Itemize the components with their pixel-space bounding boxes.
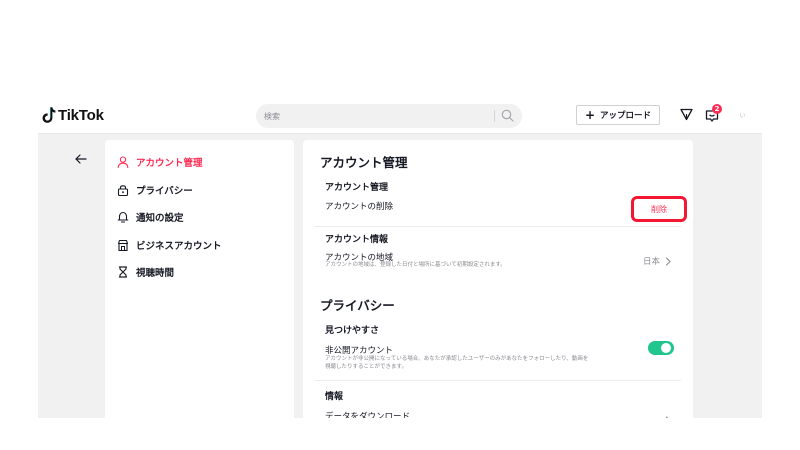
sidebar-item-label: アカウント管理 [136, 158, 203, 169]
account-management-heading: アカウント管理 [325, 183, 389, 193]
chevron-right-icon[interactable] [665, 416, 672, 418]
plus-icon: + [584, 108, 596, 122]
private-account-description-line1: アカウントが非公開になっている場合、あなたが承認したユーザーのみがあなたをフォロ… [325, 356, 589, 362]
search-bar [256, 104, 522, 128]
private-account-description-line2: 視聴したりすることができます。 [325, 364, 407, 370]
tiktok-logo[interactable]: TikTok [42, 106, 104, 124]
tiktok-settings-window: TikTok + アップロード 2 ぃ [38, 98, 762, 418]
sidebar-item-account[interactable]: アカウント管理 [117, 154, 203, 170]
upload-button-label: アップロード [600, 111, 652, 121]
sidebar-item-label: 視聴時間 [136, 268, 175, 279]
download-data-label[interactable]: データをダウンロード [325, 410, 410, 418]
avatar[interactable]: ぃ [739, 110, 746, 119]
hourglass-icon [119, 266, 127, 278]
search-input[interactable] [264, 104, 484, 128]
region-value: 日本 [643, 257, 661, 267]
sidebar-item-business[interactable]: ビジネスアカウント [117, 237, 222, 253]
settings-sidebar: アカウント管理 プライバシー 通知の設定 ビジネスアカウント 視聴時間 [105, 140, 294, 418]
sidebar-item-notifications[interactable]: 通知の設定 [117, 209, 184, 225]
account-region-selector[interactable]: 日本 [643, 255, 672, 267]
sidebar-item-watch-time[interactable]: 視聴時間 [117, 264, 174, 280]
sidebar-item-privacy[interactable]: プライバシー [117, 182, 193, 198]
shop-icon [117, 239, 129, 251]
privacy-title: プライバシー [320, 298, 395, 313]
top-navigation-bar: TikTok + アップロード 2 ぃ [38, 98, 762, 134]
account-info-heading: アカウント情報 [325, 235, 389, 245]
delete-account-label: アカウントの削除 [325, 202, 394, 212]
upload-button[interactable]: + アップロード [576, 105, 660, 125]
settings-panel: アカウント管理 アカウント管理 アカウントの削除 削除 アカウント情報 アカウン… [303, 140, 693, 418]
delete-account-button[interactable]: 削除 [631, 196, 687, 222]
chevron-right-icon [665, 256, 671, 266]
sidebar-item-label: 通知の設定 [136, 213, 184, 224]
search-icon[interactable] [501, 109, 514, 122]
toggle-knob [661, 343, 671, 353]
delete-button-label: 削除 [651, 204, 667, 214]
bell-icon [117, 211, 129, 223]
account-management-title: アカウント管理 [320, 155, 408, 170]
back-arrow-icon[interactable] [74, 152, 88, 166]
lock-icon [117, 185, 129, 196]
user-icon [117, 156, 129, 168]
notification-badge: 2 [712, 104, 722, 114]
logo-text: TikTok [58, 106, 104, 124]
sidebar-item-label: ビジネスアカウント [136, 241, 222, 252]
info-heading: 情報 [325, 392, 344, 402]
section-divider [315, 380, 681, 381]
discoverability-heading: 見つけやすさ [325, 326, 380, 336]
account-region-description: アカウントの地域は、登録した日付と場所に基づいて初期設定されます。 [325, 262, 506, 268]
send-icon[interactable] [680, 108, 693, 121]
private-account-toggle[interactable] [648, 341, 674, 355]
inbox-button[interactable]: 2 [705, 104, 722, 122]
sidebar-item-label: プライバシー [136, 186, 193, 197]
section-divider [315, 226, 681, 227]
tiktok-note-icon [42, 107, 56, 123]
search-divider [494, 110, 495, 122]
